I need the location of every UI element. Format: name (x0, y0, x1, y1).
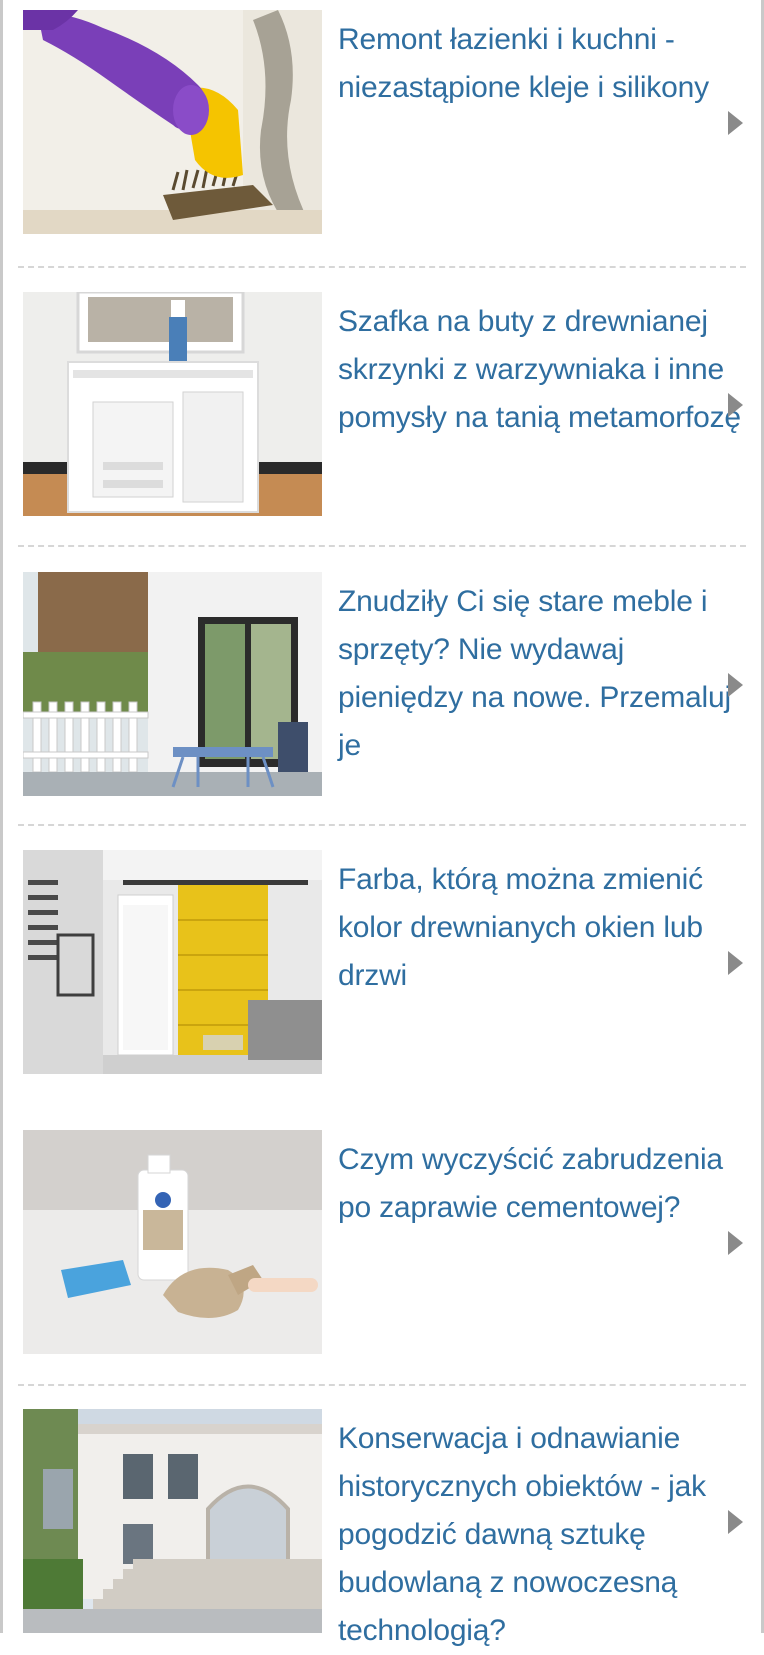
article-thumbnail[interactable] (23, 1130, 322, 1354)
cleaning-products-photo (23, 1130, 322, 1354)
article-title-link[interactable]: Szafka na buty z drewnianej skrzynki z w… (338, 298, 748, 442)
yellow-sliding-door-photo (23, 850, 322, 1074)
article-item[interactable]: Remont łazienki i kuchni - niezastąpione… (0, 10, 764, 234)
article-thumbnail[interactable] (23, 10, 322, 234)
article-title-link[interactable]: Konserwacja i odnawianie historycznych o… (338, 1415, 748, 1655)
article-title-link[interactable]: Znudziły Ci się stare meble i sprzęty? N… (338, 578, 748, 770)
historic-building-photo (23, 1409, 322, 1633)
article-title-link[interactable]: Remont łazienki i kuchni - niezastąpione… (338, 16, 748, 112)
right-triangle-arrow-icon[interactable] (728, 111, 743, 135)
article-item[interactable]: Konserwacja i odnawianie historycznych o… (0, 1409, 764, 1647)
right-triangle-arrow-icon[interactable] (728, 673, 743, 697)
article-title-link[interactable]: Czym wyczyścić zabrudzenia po zaprawie c… (338, 1136, 748, 1232)
right-triangle-arrow-icon[interactable] (728, 1510, 743, 1534)
article-item[interactable]: Czym wyczyścić zabrudzenia po zaprawie c… (0, 1130, 764, 1354)
article-item[interactable]: Szafka na buty z drewnianej skrzynki z w… (0, 292, 764, 516)
mold-cleaning-photo (23, 10, 322, 234)
right-triangle-arrow-icon[interactable] (728, 393, 743, 417)
article-item[interactable]: Farba, którą można zmienić kolor drewnia… (0, 850, 764, 1074)
article-thumbnail[interactable] (23, 850, 322, 1074)
page-frame (0, 0, 764, 1633)
white-crate-cabinet-photo (23, 292, 322, 516)
dashed-separator (18, 266, 746, 268)
article-title-link[interactable]: Farba, którą można zmienić kolor drewnia… (338, 856, 748, 1000)
right-triangle-arrow-icon[interactable] (728, 951, 743, 975)
dashed-separator (18, 1384, 746, 1386)
article-thumbnail[interactable] (23, 1409, 322, 1633)
article-item[interactable]: Znudziły Ci się stare meble i sprzęty? N… (0, 572, 764, 796)
dashed-separator (18, 545, 746, 547)
dashed-separator (18, 824, 746, 826)
article-thumbnail[interactable] (23, 572, 322, 796)
right-triangle-arrow-icon[interactable] (728, 1231, 743, 1255)
terrace-furniture-photo (23, 572, 322, 796)
article-thumbnail[interactable] (23, 292, 322, 516)
